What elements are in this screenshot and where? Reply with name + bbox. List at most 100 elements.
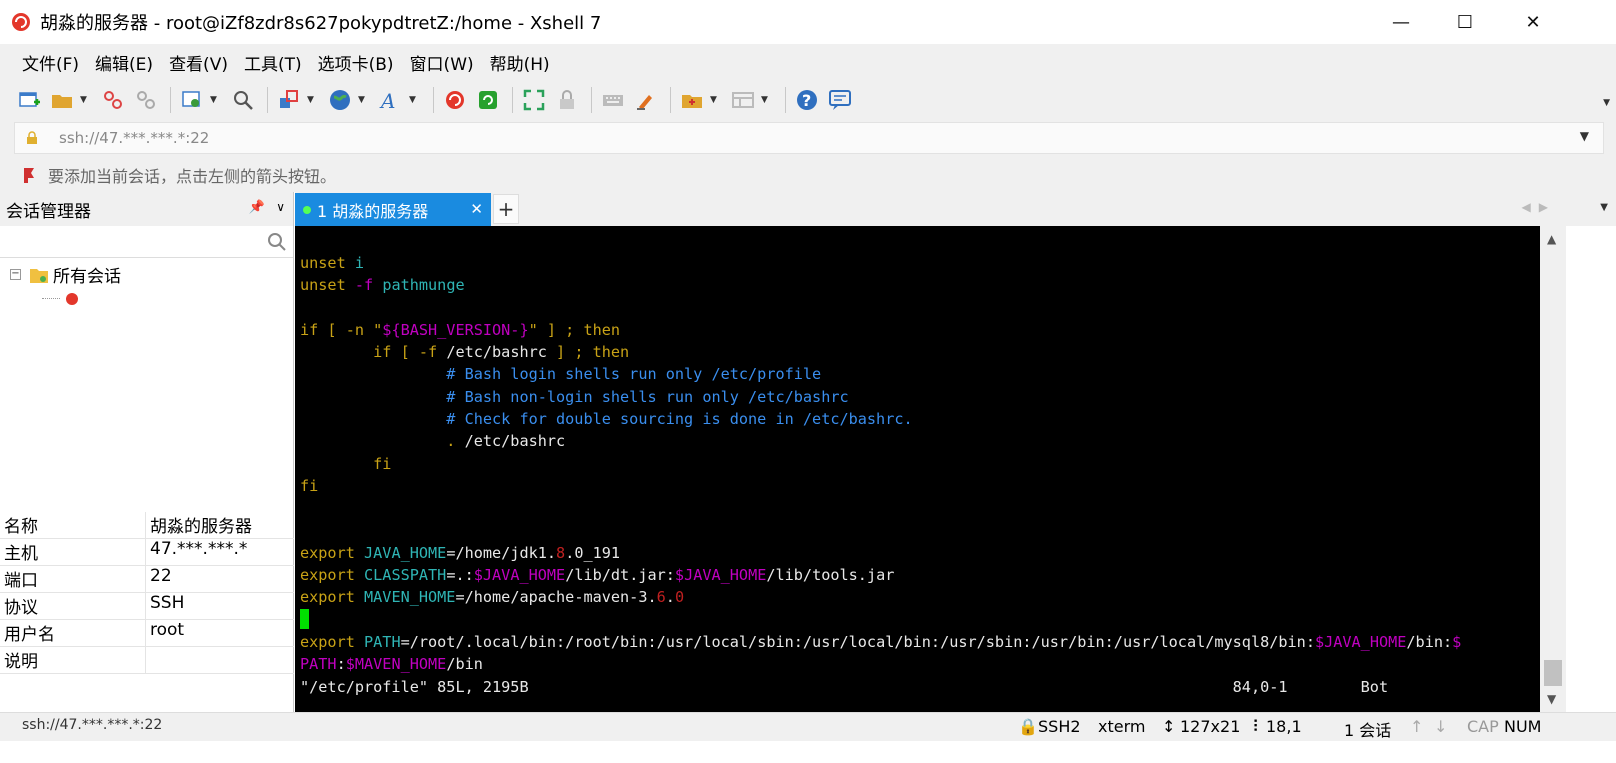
tab-session-1[interactable]: 1 胡淼的服务器 ✕: [295, 193, 491, 226]
session-search-input[interactable]: [2, 228, 288, 256]
pin-icon[interactable]: 📌: [249, 200, 265, 215]
property-value: 胡淼的服务器: [150, 517, 252, 537]
maximize-button[interactable]: ☐: [1430, 0, 1500, 44]
lock-icon[interactable]: [552, 85, 582, 115]
properties-icon[interactable]: [177, 85, 207, 115]
scroll-up-icon[interactable]: ▲: [1547, 232, 1556, 246]
menu-file[interactable]: 文件(F): [14, 50, 87, 75]
tree-line: [42, 298, 60, 299]
disconnect-icon[interactable]: [131, 85, 161, 115]
chat-icon[interactable]: [825, 85, 855, 115]
terminal-cursor: [300, 608, 309, 629]
status-sessions: 1 会话: [1344, 721, 1392, 740]
tree-session-item[interactable]: 胡淼的服务器: [42, 288, 174, 309]
tab-scroll-arrows-icon[interactable]: ◀▶: [1522, 200, 1556, 214]
terminal-text: =/root/.local/bin:/root/bin:/usr/local/s…: [400, 633, 1315, 652]
terminal-line: export PATH=/root/.local/bin:/root/bin:/…: [300, 631, 1540, 653]
font-icon[interactable]: A: [376, 85, 406, 115]
xftp-icon[interactable]: [473, 85, 503, 115]
globe-dropdown-icon[interactable]: ▼: [358, 85, 368, 115]
terminal-text: ${BASH_VERSION-}: [382, 320, 529, 339]
svg-text:?: ?: [802, 91, 811, 110]
collapse-icon[interactable]: −: [10, 269, 21, 280]
layout-icon[interactable]: [728, 85, 758, 115]
highlight-icon[interactable]: [631, 85, 661, 115]
address-dropdown-icon[interactable]: ▼: [1580, 129, 1589, 143]
terminal-line: . /etc/bashrc: [300, 430, 1540, 452]
close-button[interactable]: ✕: [1498, 0, 1568, 44]
menu-tools[interactable]: 工具(T): [236, 50, 310, 75]
open-folder-icon[interactable]: [47, 85, 77, 115]
toolbar-separator: [267, 87, 268, 113]
font-dropdown-icon[interactable]: ▼: [409, 85, 419, 115]
bookmark-arrow-icon[interactable]: [22, 166, 40, 184]
terminal-scrollbar[interactable]: ▲ ▼: [1540, 226, 1566, 712]
terminal-text: /bin:: [1406, 633, 1453, 652]
tree-root[interactable]: − 所有会话: [10, 262, 121, 287]
terminal-text: $: [1452, 633, 1462, 652]
property-row: 协议 SSH: [0, 593, 294, 620]
terminal-text: unset: [300, 276, 355, 295]
menu-edit[interactable]: 编辑(E): [87, 50, 161, 75]
terminal-line: "/etc/profile" 85L, 2195B 84,0-1 Bot: [300, 676, 1540, 698]
tab-close-icon[interactable]: ✕: [470, 200, 483, 218]
terminal-text: $JAVA_HOME: [1314, 633, 1407, 652]
terminal[interactable]: unset i unset -f pathmunge if [ -n "${BASH…: [295, 226, 1540, 712]
globe-icon[interactable]: [325, 85, 355, 115]
terminal-text: -f: [354, 276, 383, 295]
terminal-text: export: [300, 566, 365, 585]
session-tree: − 所有会话 胡淼的服务器: [0, 258, 293, 508]
menu-tabs[interactable]: 选项卡(B): [310, 50, 402, 75]
terminal-line: [300, 608, 1540, 631]
menu-view[interactable]: 查看(V): [161, 50, 236, 75]
terminal-text: CLASSPATH: [364, 566, 447, 585]
menu-bar: 文件(F) 编辑(E) 查看(V) 工具(T) 选项卡(B) 窗口(W) 帮助(…: [0, 44, 1616, 80]
terminal-text: .: [300, 432, 465, 451]
terminal-text: fi: [300, 454, 392, 473]
help-icon[interactable]: ?: [792, 85, 822, 115]
status-cap: CAP: [1467, 717, 1499, 736]
new-session-icon[interactable]: [14, 85, 44, 115]
toolbar-separator: [785, 87, 786, 113]
reconnect-icon[interactable]: [98, 85, 128, 115]
address-bar[interactable]: ssh://47.***.***.*:22 ▼: [14, 122, 1604, 154]
property-row: 用户名 root: [0, 620, 294, 647]
menu-window[interactable]: 窗口(W): [402, 50, 482, 75]
title-bar: 胡淼的服务器 - root@iZf8zdr8s627pokypdtretZ:/h…: [0, 0, 1616, 44]
layout-dropdown-icon[interactable]: ▼: [761, 85, 771, 115]
terminal-text: i: [354, 254, 365, 272]
xshell-icon[interactable]: [440, 85, 470, 115]
minimize-button[interactable]: —: [1366, 0, 1436, 44]
fullscreen-icon[interactable]: [519, 85, 549, 115]
terminal-text: =.:: [446, 566, 474, 585]
properties-dropdown-icon[interactable]: ▼: [210, 85, 220, 115]
find-icon[interactable]: [228, 85, 258, 115]
terminal-text: export: [300, 588, 365, 607]
scroll-down-icon[interactable]: ▼: [1547, 692, 1556, 706]
session-manager-pane: 会话管理器 📌 ∨ − 所有会话 胡淼的服务器 名称 胡淼的服务器 主机 47.**…: [0, 192, 294, 712]
transfer-icon[interactable]: [274, 85, 304, 115]
toolbar-overflow-icon[interactable]: ▼: [1603, 98, 1610, 108]
terminal-text: # Bash login shells run only /etc/profil…: [300, 365, 822, 384]
add-folder-icon[interactable]: [677, 85, 707, 115]
keyboard-icon[interactable]: [598, 85, 628, 115]
property-key: 协议: [0, 593, 146, 619]
ssh-lock-icon: 🔒: [1018, 717, 1038, 736]
address-text: ssh://47.***.***.*:22: [59, 129, 210, 147]
scroll-thumb[interactable]: [1544, 660, 1562, 686]
chevron-down-icon[interactable]: ∨: [276, 200, 285, 214]
new-tab-button[interactable]: +: [493, 194, 519, 224]
download-arrow-icon: ↓: [1434, 717, 1448, 736]
menu-help[interactable]: 帮助(H): [482, 50, 558, 75]
tree-root-label: 所有会话: [53, 267, 121, 287]
search-icon[interactable]: [267, 232, 287, 252]
terminal-text: $JAVA_HOME: [473, 566, 566, 585]
toolbar-separator: [670, 87, 671, 113]
hint-text: 要添加当前会话，点击左侧的箭头按钮。: [48, 167, 337, 186]
transfer-dropdown-icon[interactable]: ▼: [307, 85, 317, 115]
open-dropdown-icon[interactable]: ▼: [80, 85, 90, 115]
add-folder-dropdown-icon[interactable]: ▼: [710, 85, 720, 115]
tab-list-dropdown-icon[interactable]: ▼: [1600, 202, 1608, 213]
